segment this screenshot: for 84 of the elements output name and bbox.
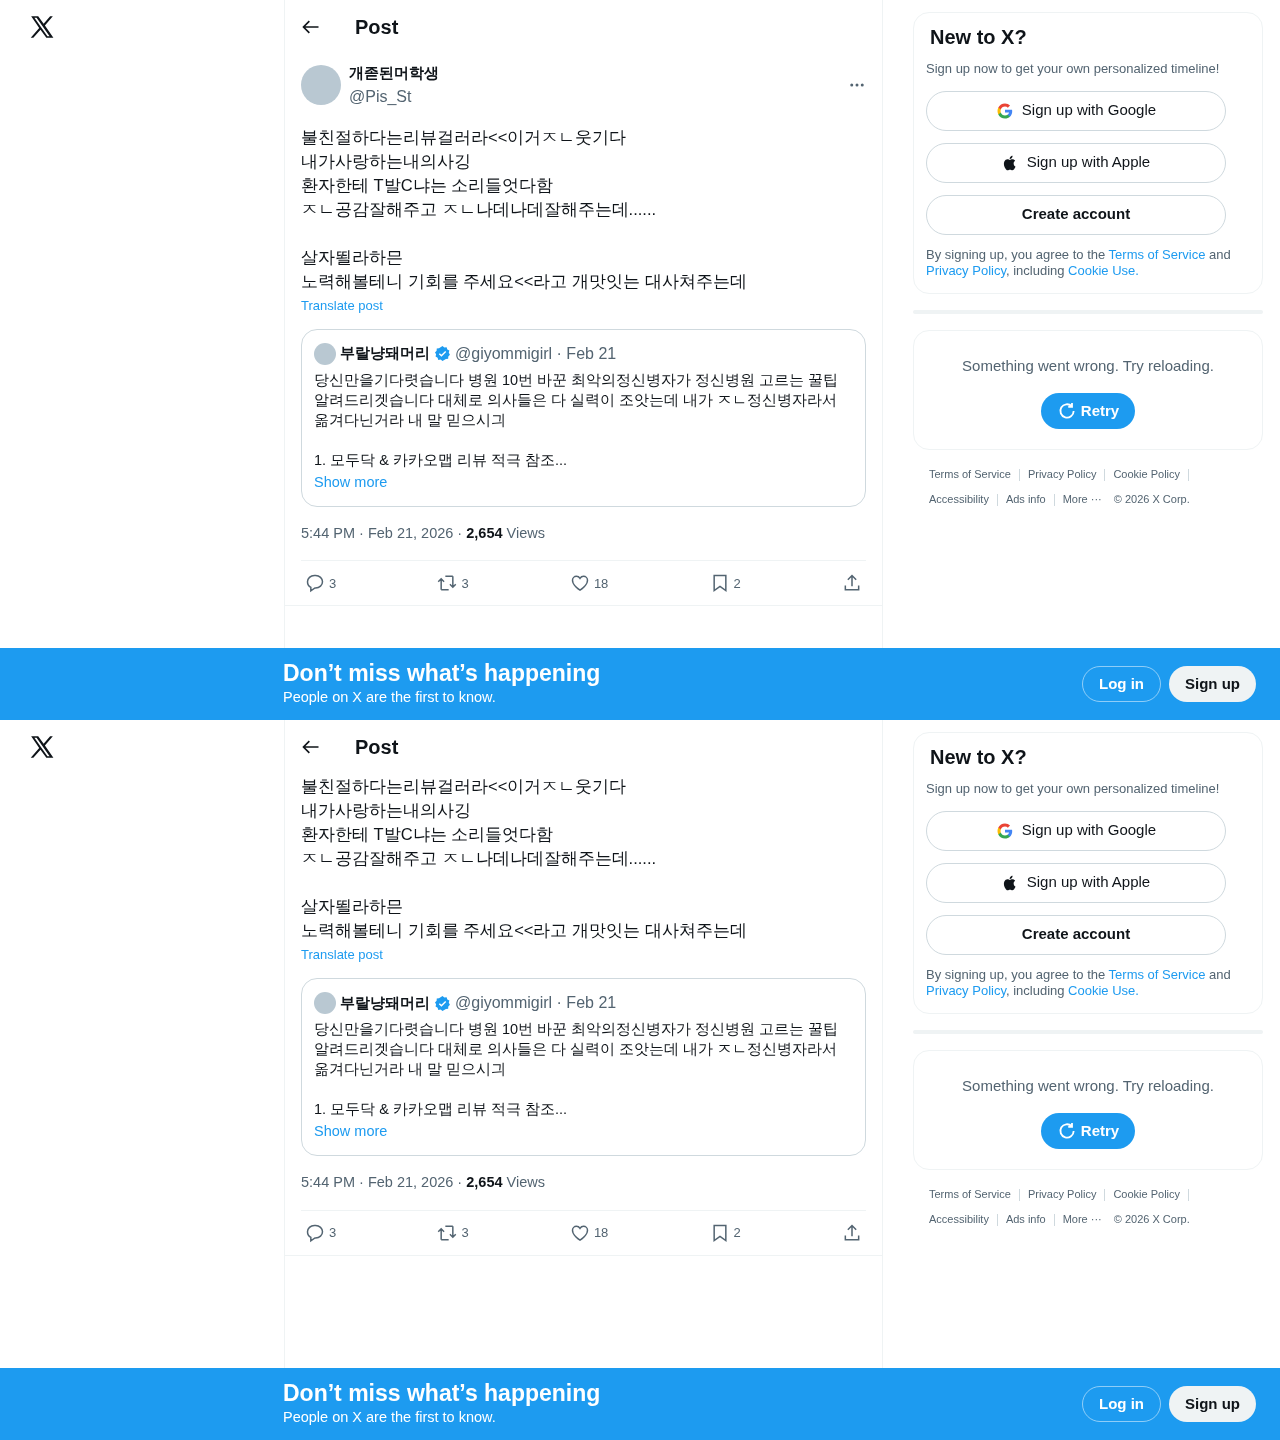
- create-signup-button[interactable]: Create account: [926, 194, 1226, 235]
- footer-link[interactable]: More ···: [1062, 1212, 1102, 1225]
- post-text-line: 내가사랑하는내의사깅: [301, 150, 472, 172]
- bookmark-button[interactable]: 2: [709, 573, 741, 594]
- avatar: [301, 65, 341, 106]
- create-signup-button[interactable]: Create account: [926, 914, 1226, 955]
- footer-link[interactable]: Privacy Policy: [1027, 468, 1097, 480]
- reply-button[interactable]: 3: [305, 573, 337, 594]
- quoted-author-name: 부랄냥돼머리: [340, 343, 430, 364]
- author-name[interactable]: 개졷된머학생: [349, 62, 840, 85]
- share-icon: [842, 1222, 862, 1243]
- post-text-line: 내가사랑하는내의사깅: [301, 800, 472, 821]
- page-title: Post: [355, 15, 399, 40]
- signup-title: New to X?: [930, 745, 1028, 769]
- footer-link[interactable]: Accessibility: [929, 1212, 989, 1225]
- post-text-line: 살자뙬라하믄: [301, 246, 404, 268]
- quoted-post[interactable]: 부랄냥돼머리 @giyommigirl · Feb 21 당신만을기다렷습니다 병원 10번 바꾼 최악의정신병자가 정신병원 고르는 꿀팁 알려드리겟습니다 대체로 의사들은 다 실력이 조앗는데 내가 ㅈㄴ정신병자라서 옮겨다닌거라 내 말 믿으시긔 1. 모두닥 & 카카오맵 리뷰 적극 참조... Show more: [301, 328, 866, 507]
- post-text-line: 환자한테 T발C냐는 소리들엇다함: [301, 824, 555, 845]
- share-button[interactable]: [842, 1222, 862, 1243]
- post-text-line: ㅈㄴ공감잘해주고 ㅈㄴ나데나데잘해주는데......: [301, 198, 658, 220]
- legal-text: By signing up, you agree to the Terms of Service and Privacy Policy, including Cookie Use.: [926, 966, 1232, 999]
- post-text-line: 환자한테 T발C냐는 소리들엇다함: [301, 174, 555, 196]
- error-message: Something went wrong. Try reloading.: [961, 355, 1215, 376]
- avatar: [314, 342, 336, 365]
- footer-link[interactable]: Cookie Policy: [1113, 1188, 1181, 1200]
- footer-link[interactable]: © 2026 X Corp.: [1113, 1212, 1190, 1225]
- quoted-author-name: 부랄냥돼머리: [340, 992, 430, 1013]
- reply-icon: [305, 1222, 325, 1243]
- signup-subtitle: Sign up now to get your own personalized timeline!: [926, 60, 1221, 78]
- post-text-line: 노력해볼테니 기회를 주세요<<라고 개맛잇는 대사쳐주는데: [301, 270, 748, 292]
- footer-link[interactable]: Privacy Policy: [1027, 1188, 1097, 1200]
- footer-link[interactable]: Terms of Service: [929, 1188, 1011, 1200]
- signup-button[interactable]: Sign up: [1169, 666, 1256, 702]
- legal-text: By signing up, you agree to the Terms of Service and Privacy Policy, including Cookie Use.: [926, 246, 1232, 279]
- repost-button[interactable]: 3: [437, 573, 469, 594]
- footer-link[interactable]: Accessibility: [929, 492, 989, 505]
- quoted-text: 당신만을기다렷습니다 병원 10번 바꾼 최악의정신병자가 정신병원 고르는 꿀팁 알려드리겟습니다 대체로 의사들은 다 실력이 조앗는데 내가 ㅈㄴ정신병자라서 옮겨다닌거라 내 말 믿으시긔: [314, 370, 840, 430]
- banner-title: Don’t miss what’s happening: [283, 659, 602, 688]
- banner-subtitle: People on X are the first to know.: [283, 1408, 497, 1428]
- quoted-handle-date: @giyommigirl · Feb 21: [455, 343, 617, 364]
- post-text-line: 노력해볼테니 기회를 주세요<<라고 개맛잇는 대사쳐주는데: [301, 920, 748, 941]
- signup-button[interactable]: Sign up: [1169, 1386, 1256, 1422]
- google-icon: [995, 101, 1014, 120]
- footer-link[interactable]: Ads info: [1005, 492, 1046, 505]
- post-text-line: ㅈㄴ공감잘해주고 ㅈㄴ나데나데잘해주는데......: [301, 848, 658, 869]
- quoted-text: 당신만을기다렷습니다 병원 10번 바꾼 최악의정신병자가 정신병원 고르는 꿀팁 알려드리겟습니다 대체로 의사들은 다 실력이 조앗는데 내가 ㅈㄴ정신병자라서 옮겨다닌거라 내 말 믿으시긔: [314, 1020, 840, 1079]
- reply-icon: [305, 573, 325, 594]
- like-button[interactable]: 18: [569, 1222, 609, 1243]
- page-title: Post: [355, 735, 399, 760]
- author-handle[interactable]: @Pis_St: [349, 84, 840, 109]
- error-message: Something went wrong. Try reloading.: [961, 1075, 1215, 1096]
- post-text-line: 살자뙬라하믄: [301, 896, 404, 917]
- quoted-handle-date: @giyommigirl · Feb 21: [455, 993, 617, 1013]
- refresh-icon: [1056, 401, 1077, 421]
- footer-link[interactable]: Ads info: [1005, 1212, 1046, 1225]
- reply-button[interactable]: 3: [305, 1222, 337, 1243]
- signup-subtitle: Sign up now to get your own personalized timeline!: [926, 780, 1221, 798]
- like-button[interactable]: 18: [569, 573, 609, 594]
- quoted-text: 1. 모두닥 & 카카오맵 리뷰 적극 참조...: [314, 450, 569, 470]
- heart-icon: [569, 573, 590, 594]
- post-text-line: 불친절하다는리뷰걸러라<<이거ㅈㄴ웃기다: [301, 776, 628, 797]
- footer-link[interactable]: Terms of Service: [929, 468, 1011, 480]
- post-timestamp: 5:44 PM · Feb 21, 2026 · 2,654 Views: [301, 1174, 545, 1190]
- footer-link[interactable]: More ···: [1062, 492, 1102, 505]
- banner-title: Don’t miss what’s happening: [283, 1379, 602, 1408]
- post-timestamp: 5:44 PM · Feb 21, 2026 · 2,654 Views: [301, 524, 545, 541]
- apple-signup-button[interactable]: Sign up with Apple: [926, 862, 1226, 903]
- x-logo-icon[interactable]: [29, 734, 55, 760]
- google-signup-button[interactable]: Sign up with Google: [926, 810, 1226, 851]
- footer-link[interactable]: Cookie Policy: [1113, 468, 1181, 480]
- quoted-post[interactable]: 부랄냥돼머리 @giyommigirl · Feb 21 당신만을기다렷습니다 병원 10번 바꾼 최악의정신병자가 정신병원 고르는 꿀팁 알려드리겟습니다 대체로 의사들은 다 실력이 조앗는데 내가 ㅈㄴ정신병자라서 옮겨다닌거라 내 말 믿으시긔 1. 모두닥 & 카카오맵 리뷰 적극 참조... Show more: [301, 978, 866, 1156]
- quoted-text: 1. 모두닥 & 카카오맵 리뷰 적극 참조...: [314, 1100, 569, 1119]
- google-signup-button[interactable]: Sign up with Google: [926, 90, 1226, 131]
- avatar: [314, 992, 336, 1014]
- x-logo-icon[interactable]: [29, 14, 55, 40]
- bookmark-button[interactable]: 2: [709, 1222, 741, 1243]
- apple-signup-button[interactable]: Sign up with Apple: [926, 142, 1226, 183]
- refresh-icon: [1056, 1121, 1077, 1141]
- post-text-line: 불친절하다는리뷰걸러라<<이거ㅈㄴ웃기다: [301, 126, 628, 148]
- banner-subtitle: People on X are the first to know.: [283, 688, 497, 708]
- footer-link[interactable]: © 2026 X Corp.: [1113, 492, 1190, 505]
- signup-title: New to X?: [930, 25, 1028, 49]
- repost-button[interactable]: 3: [437, 1222, 469, 1243]
- google-icon: [995, 821, 1014, 840]
